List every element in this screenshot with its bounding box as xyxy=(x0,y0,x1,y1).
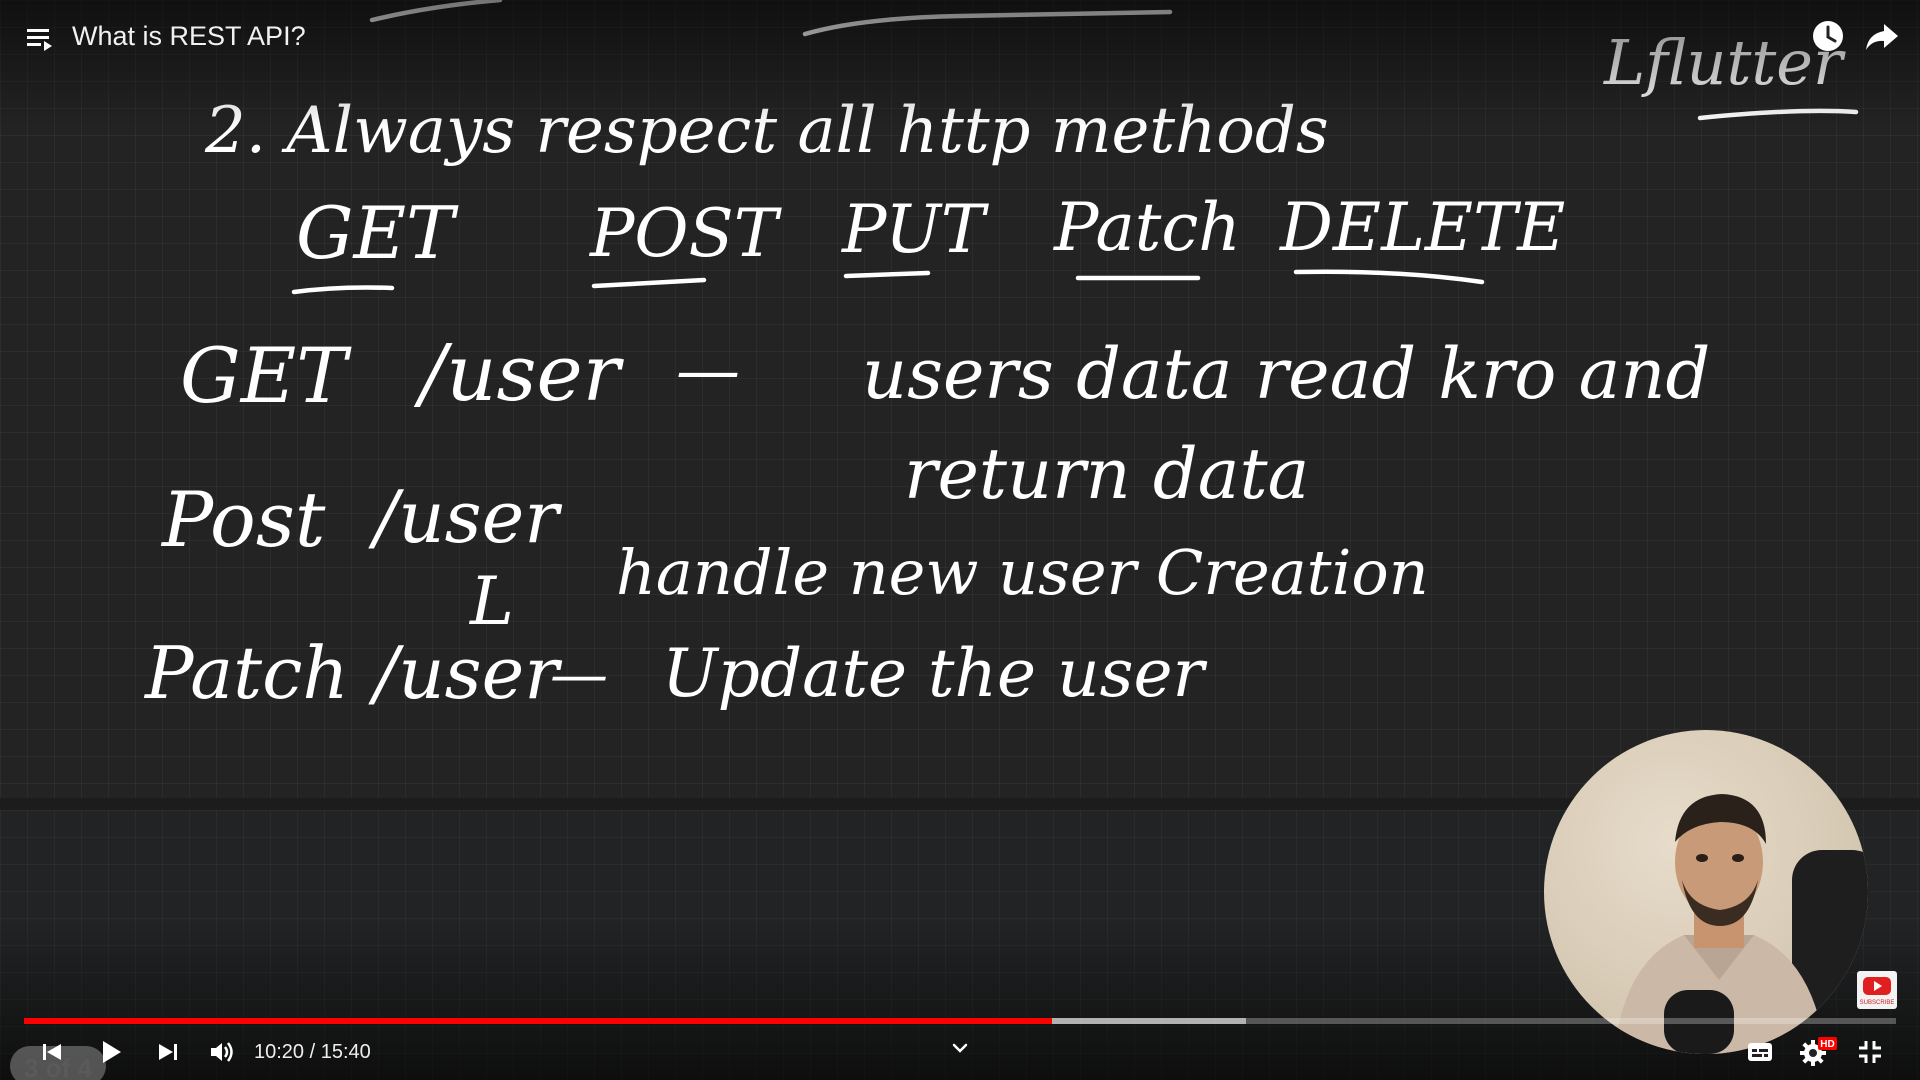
get-line-desc: users data read kro and xyxy=(862,333,1710,415)
volume-icon xyxy=(211,1042,233,1062)
clock-icon xyxy=(1813,21,1843,51)
method-post: POST xyxy=(589,195,783,272)
underline-put xyxy=(843,270,931,279)
previous-button[interactable] xyxy=(30,1030,74,1074)
underline-delete xyxy=(1293,269,1485,285)
get-line-dash: — xyxy=(676,334,740,408)
subscribe-label: SUBSCRIBE xyxy=(1860,1000,1895,1006)
post-line-path: /user xyxy=(368,475,562,559)
exit-fullscreen-button[interactable] xyxy=(1848,1030,1892,1074)
underline-post xyxy=(591,277,707,289)
time-display: 10:20 / 15:40 xyxy=(254,1041,371,1063)
skip-next-icon xyxy=(159,1044,177,1060)
corner-note-underline xyxy=(1697,108,1859,121)
get-line-desc-2: return data xyxy=(904,433,1309,515)
whiteboard: Lflutter 2. Always respect all http meth… xyxy=(143,0,1859,715)
get-line-method: GET xyxy=(180,331,352,420)
subscribe-watermark[interactable]: SUBSCRIBE xyxy=(1857,971,1897,1009)
volume-button[interactable] xyxy=(200,1030,244,1074)
video-title[interactable]: What is REST API? xyxy=(72,18,306,54)
subtitles-icon xyxy=(1748,1043,1772,1061)
play-icon xyxy=(103,1041,121,1063)
settings-button[interactable]: HD xyxy=(1796,1030,1840,1074)
chevron-down-icon xyxy=(952,1043,968,1053)
patch-line-path: /user xyxy=(368,631,562,715)
method-patch: Patch xyxy=(1053,189,1241,266)
patch-line-method: Patch xyxy=(143,631,349,715)
exit-fullscreen-icon xyxy=(1859,1041,1881,1063)
post-line-desc: handle new user Creation xyxy=(616,536,1429,609)
underline-get xyxy=(291,285,395,295)
playlist-button[interactable] xyxy=(22,20,58,56)
play-button[interactable] xyxy=(88,1030,132,1074)
post-line-mark: L xyxy=(469,563,514,640)
player-header: What is REST API? xyxy=(0,0,1920,70)
playlist-icon xyxy=(27,29,52,51)
share-button[interactable] xyxy=(1862,16,1902,56)
post-line-method: Post xyxy=(160,475,326,564)
webcam-overlay xyxy=(1544,730,1868,1054)
progress-played xyxy=(24,1018,1052,1024)
method-get: GET xyxy=(296,191,459,275)
gear-icon: HD xyxy=(1800,1037,1837,1066)
get-line-path: /user xyxy=(413,329,625,419)
video-player[interactable]: Lflutter 2. Always respect all http meth… xyxy=(0,0,1920,1080)
next-button[interactable] xyxy=(146,1030,190,1074)
method-put: PUT xyxy=(841,191,990,268)
expand-button[interactable] xyxy=(948,1036,972,1060)
presenter-figure xyxy=(1614,794,1868,1054)
skip-previous-icon xyxy=(43,1044,61,1060)
watch-later-button[interactable] xyxy=(1808,16,1848,56)
heading-text: 2. Always respect all http methods xyxy=(204,94,1329,168)
patch-line-dash: — xyxy=(550,640,608,708)
hd-badge: HD xyxy=(1820,1039,1834,1050)
method-delete: DELETE xyxy=(1279,189,1565,266)
share-arrow-icon xyxy=(1866,24,1898,50)
progress-bar[interactable] xyxy=(24,1018,1896,1024)
subtitles-button[interactable] xyxy=(1738,1030,1782,1074)
patch-line-desc: Update the user xyxy=(662,635,1208,712)
